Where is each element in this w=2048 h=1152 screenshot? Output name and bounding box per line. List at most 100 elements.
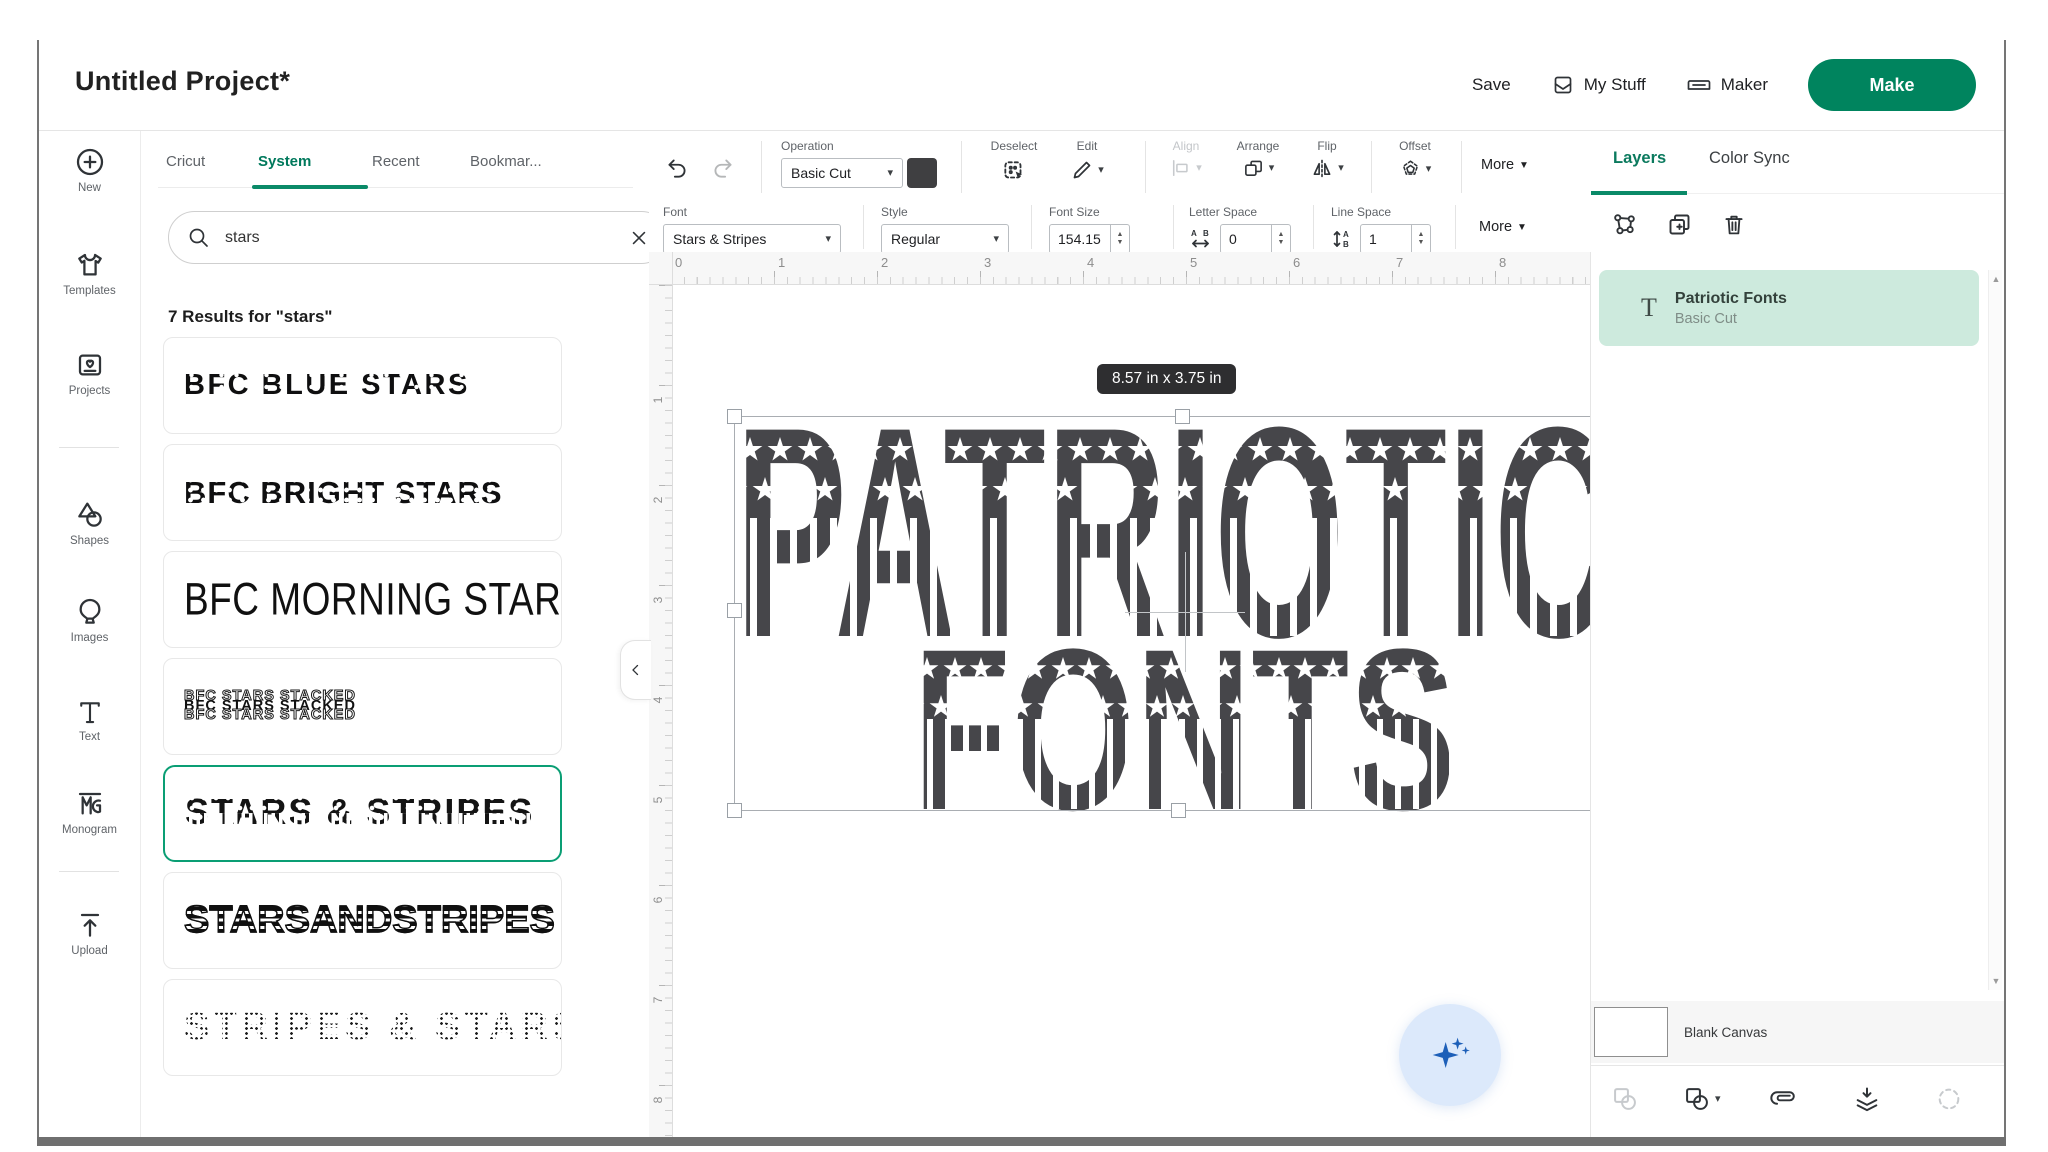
operation-color-swatch[interactable]	[907, 158, 937, 188]
flatten-button[interactable]	[1853, 1085, 1881, 1113]
monogram-icon	[74, 788, 106, 820]
font-result-stars-and-stripes-selected[interactable]: STARS & STRIPES STARS & STRIPES	[163, 765, 562, 862]
clear-search-icon[interactable]	[629, 228, 649, 248]
chevron-down-icon: ▼	[1517, 222, 1527, 233]
active-tab-marker	[1591, 191, 1687, 195]
font-result-starsandstripes[interactable]: STARSANDSTRIPES	[163, 872, 562, 969]
offset-menu-button[interactable]: Offset ▾	[1385, 139, 1445, 180]
deselect-button[interactable]: Deselect	[977, 139, 1051, 184]
svg-text:B: B	[1343, 240, 1349, 249]
undo-button[interactable]	[663, 155, 691, 181]
shapes-icon	[74, 499, 106, 531]
svg-text:A: A	[1191, 229, 1197, 238]
scroll-up-icon[interactable]: ▲	[1989, 274, 2003, 284]
font-result-bfc-stars-stacked[interactable]: BFC STARS STACKED BFC STARS STACKED BFC …	[163, 658, 562, 755]
search-icon	[187, 226, 211, 250]
blank-canvas-row[interactable]: Blank Canvas	[1591, 1001, 2004, 1063]
tab-color-sync[interactable]: Color Sync	[1709, 149, 1790, 168]
font-select[interactable]: Stars & Stripes▾	[663, 224, 841, 254]
style-select[interactable]: Regular▾	[881, 224, 1009, 254]
slice-icon	[1611, 1085, 1639, 1113]
contour-button-disabled	[1935, 1085, 1963, 1113]
tab-underline	[158, 187, 633, 188]
tab-cricut-fonts[interactable]: Cricut	[166, 153, 205, 170]
align-menu-button-disabled: Align ▾	[1157, 139, 1215, 178]
canvas-color-swatch[interactable]	[1594, 1007, 1668, 1057]
line-space-input[interactable]	[1360, 224, 1412, 254]
save-button[interactable]: Save	[1472, 75, 1511, 95]
font-result-stripes-and-stars[interactable]: STRIPES & STARS	[163, 979, 562, 1076]
delete-layer-button[interactable]	[1721, 211, 1747, 238]
chevron-down-icon: ▾	[1715, 1094, 1721, 1105]
text-layer-icon: T	[1641, 293, 1657, 323]
sidebar-item-shapes[interactable]: Shapes	[39, 499, 140, 547]
sidebar-item-text[interactable]: Text	[39, 697, 140, 743]
font-size-group: Font Size ▲▼	[1049, 205, 1130, 254]
font-size-input[interactable]	[1049, 224, 1111, 254]
sidebar-item-templates[interactable]: Templates	[39, 249, 140, 297]
line-space-group: Line Space AB ▲▼	[1331, 205, 1431, 254]
layer-item-patriotic-fonts[interactable]: T Patriotic Fonts Basic Cut	[1599, 270, 1979, 346]
redo-button[interactable]	[709, 155, 737, 181]
attach-button[interactable]	[1769, 1085, 1799, 1111]
arrange-icon	[1242, 158, 1265, 179]
arrange-menu-button[interactable]: Arrange ▾	[1225, 139, 1291, 179]
font-size-stepper[interactable]: ▲▼	[1111, 224, 1130, 254]
ai-sparkle-button[interactable]	[1399, 1004, 1501, 1106]
collapse-panel-tab[interactable]	[620, 640, 651, 700]
layer-actions-bar: ▾	[1591, 1071, 2004, 1131]
operation-select[interactable]: Basic Cut▾	[781, 158, 903, 188]
letter-space-stepper[interactable]: ▲▼	[1272, 224, 1291, 254]
sidebar-item-projects[interactable]: Projects	[39, 349, 140, 397]
sidebar-item-images[interactable]: Images	[39, 596, 140, 644]
selection-handle-middle-left[interactable]	[727, 603, 742, 618]
operation-group: Operation Basic Cut▾	[781, 139, 937, 188]
sidebar-item-new[interactable]: New	[39, 146, 140, 194]
tab-recent-fonts[interactable]: Recent	[372, 153, 420, 170]
scroll-down-icon[interactable]: ▼	[1989, 976, 2003, 986]
tab-bookmarked-fonts[interactable]: Bookmar...	[470, 153, 542, 170]
selection-handle-bottom-middle[interactable]	[1171, 803, 1186, 818]
letter-space-input[interactable]	[1220, 224, 1272, 254]
rail-divider	[59, 871, 119, 872]
font-result-bfc-bright-stars[interactable]: BFC BRIGHT STARS	[163, 444, 562, 541]
layers-scrollbar[interactable]: ▲ ▼	[1988, 270, 2002, 990]
design-canvas[interactable]: 0 1 2 3 4 5 6 7 8 1 2 3 4 5 6 7 8	[649, 252, 1591, 1137]
font-result-bfc-morning-stars[interactable]: BFC MORNING STARS	[163, 551, 562, 648]
duplicate-icon	[1666, 211, 1693, 238]
project-title[interactable]: Untitled Project*	[75, 66, 290, 97]
selection-handle-bottom-left[interactable]	[727, 803, 742, 818]
selection-handle-top-middle[interactable]	[1175, 409, 1190, 424]
align-icon	[1170, 158, 1192, 178]
make-button[interactable]: Make	[1808, 59, 1976, 111]
my-stuff-icon	[1551, 73, 1575, 97]
maker-machine-button[interactable]: Maker	[1686, 73, 1768, 97]
line-space-stepper[interactable]: ▲▼	[1412, 224, 1431, 254]
font-result-bfc-blue-stars[interactable]: BFC BLUE STARS	[163, 337, 562, 434]
font-search-box[interactable]	[168, 211, 668, 264]
search-input[interactable]	[223, 228, 629, 248]
tab-system-fonts[interactable]: System	[258, 153, 311, 170]
font-panel: Cricut System Recent Bookmar... 7 Result…	[140, 131, 650, 1137]
sidebar-item-monogram[interactable]: Monogram	[39, 788, 140, 836]
vertical-ruler: 1 2 3 4 5 6 7 8	[649, 285, 673, 1137]
search-results-count: 7 Results for "stars"	[168, 307, 332, 327]
text-more-menu-button[interactable]: More▼	[1479, 219, 1527, 235]
flip-menu-button[interactable]: Flip ▾	[1301, 139, 1353, 179]
tab-layers[interactable]: Layers	[1613, 149, 1666, 168]
contour-icon	[1935, 1085, 1963, 1113]
style-group: Style Regular▾	[881, 205, 1009, 254]
new-icon	[74, 146, 106, 178]
sidebar-item-upload[interactable]: Upload	[39, 909, 140, 957]
my-stuff-button[interactable]: My Stuff	[1551, 73, 1646, 97]
duplicate-layer-button[interactable]	[1666, 211, 1693, 238]
combine-button[interactable]: ▾	[1683, 1085, 1721, 1113]
header: Untitled Project* Save My Stuff Maker Ma…	[39, 40, 2004, 131]
group-layers-button[interactable]	[1611, 211, 1638, 238]
more-menu-button[interactable]: More▼	[1481, 157, 1529, 173]
maker-machine-icon	[1686, 73, 1712, 97]
svg-text:B: B	[1203, 229, 1209, 238]
chevron-down-icon: ▾	[993, 234, 999, 245]
edit-menu-button[interactable]: Edit ▾	[1059, 139, 1115, 182]
selection-handle-top-left[interactable]	[727, 409, 742, 424]
